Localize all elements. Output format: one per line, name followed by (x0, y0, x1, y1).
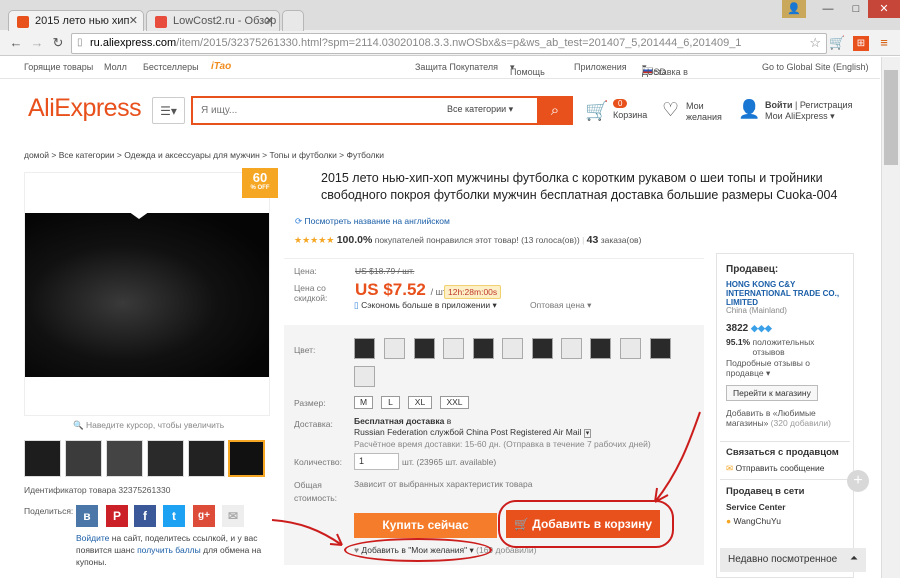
chat-agent-link[interactable]: ● WangChuYu (726, 516, 781, 526)
service-center: Service Center (726, 502, 786, 512)
plus-icon[interactable]: + (847, 470, 869, 492)
recently-viewed-label: Недавно посмотренное (728, 554, 838, 565)
contact-seller-title: Связаться с продавцом (726, 447, 839, 458)
seller-feedback: 95.1% положительных отзывов (726, 337, 837, 357)
go-to-store-button[interactable]: Перейти к магазину (726, 385, 818, 401)
detailed-feedback-text: Подробные отзывы о продавце (726, 358, 810, 378)
chat-icon: ● (726, 516, 732, 526)
seller-online-title: Продавец в сети (726, 486, 805, 497)
seller-label: Продавец: (726, 264, 779, 275)
send-message-text: Отправить сообщение (735, 463, 825, 473)
scrollbar-thumb[interactable] (884, 70, 898, 165)
seller-country: China (Mainland) (726, 306, 787, 315)
positive-percent: 95.1% (726, 337, 751, 347)
seller-name-link[interactable]: HONG KONG C&Y INTERNATIONAL TRADE CO., L… (726, 280, 851, 307)
scrollbar[interactable] (881, 57, 900, 578)
favorite-store[interactable]: Добавить в «Любимые магазины» (320 добав… (726, 408, 846, 428)
seller-score-value: 3822 (726, 323, 749, 334)
divider (720, 441, 850, 442)
envelope-icon: ✉ (726, 463, 734, 473)
divider (720, 479, 850, 480)
seller-score[interactable]: 3822 ◆◆◆ (726, 323, 772, 334)
recently-viewed-bar[interactable]: Недавно посмотренное ⏶ (720, 548, 866, 572)
send-message-link[interactable]: ✉ Отправить сообщение (726, 463, 824, 474)
diamond-icon: ◆◆◆ (751, 323, 772, 333)
positive-label: положительных отзывов (752, 337, 815, 357)
agent-name: WangChuYu (733, 516, 781, 526)
detailed-feedback-link[interactable]: Подробные отзывы о продавце ▾ (726, 358, 826, 378)
chevron-up-icon: ⏶ (850, 553, 858, 564)
favorite-store-count: (320 добавили) (770, 418, 831, 428)
